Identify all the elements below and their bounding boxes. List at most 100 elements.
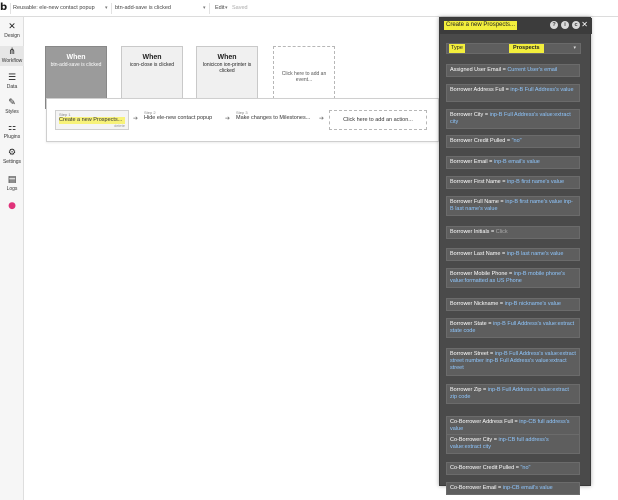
field-key: Borrower Zip (450, 387, 482, 393)
database-icon: ☰ (7, 73, 17, 83)
event-when: When (142, 54, 162, 61)
field-value[interactable]: inp-B Full Address's value (510, 87, 573, 93)
sidebar-item-label: Plugins (3, 134, 21, 140)
type-select[interactable]: Type Prospects ▾ (446, 43, 581, 54)
field-row[interactable]: Borrower State = inp-B Full Address's va… (446, 318, 580, 338)
field-value[interactable]: inp-CB email's value (503, 485, 553, 491)
design-icon: ✕ (8, 22, 16, 32)
field-row[interactable]: Borrower First Name = inp-B first name's… (446, 176, 580, 189)
chevron-down-icon: ▾ (573, 45, 576, 51)
add-event-label: Click here to add an event... (281, 71, 327, 83)
save-status: Saved (232, 5, 248, 11)
arrow-right-icon: ➔ (319, 116, 325, 122)
sidebar-item-settings[interactable]: ⚙ Settings (0, 147, 24, 167)
field-value[interactable]: "no" (520, 465, 530, 471)
sidebar-item-label: Workflow (1, 58, 23, 64)
divider (111, 3, 112, 14)
sidebar-item-label: Design (4, 33, 20, 39)
edit-menu[interactable]: Edit (215, 4, 224, 13)
field-key: Borrower Credit Pulled (450, 138, 506, 144)
step-3[interactable]: Step 3 Make changes to Milestones... (236, 110, 320, 130)
add-action-button[interactable]: Click here to add an action... (329, 110, 427, 130)
type-value: Prospects (509, 44, 544, 53)
sidebar-item-workflow[interactable]: ⋔ Workflow (0, 46, 24, 66)
field-row[interactable]: Borrower Initials = Click (446, 226, 580, 239)
step-1[interactable]: Step 1 Create a new Prospects... delete (55, 110, 129, 130)
field-row[interactable]: Co-Borrower Email = inp-CB email's value (446, 482, 580, 495)
field-value[interactable]: Current User's email (507, 67, 557, 73)
info-icon[interactable]: i (561, 21, 569, 29)
field-row[interactable]: Co-Borrower Address Full = inp-CB full a… (446, 416, 580, 436)
action-property-panel: Create a new Prospects... ? i c ✕ Type P… (439, 17, 592, 495)
field-key: Borrower Address Full (450, 87, 505, 93)
field-row[interactable]: Co-Borrower Credit Pulled = "no" (446, 462, 580, 475)
step-label: Hide ele-new contact popup (144, 115, 213, 121)
field-row[interactable]: Assigned User Email = Current User's ema… (446, 64, 580, 77)
sidebar-item-design[interactable]: ✕ Design (0, 21, 24, 41)
sidebar-item-label: Styles (5, 109, 19, 115)
field-row[interactable]: Borrower Credit Pulled = "no" (446, 135, 580, 148)
field-row[interactable]: Borrower Mobile Phone = inp-B mobile pho… (446, 268, 580, 288)
field-row[interactable]: Borrower Address Full = inp-B Full Addre… (446, 84, 580, 102)
brush-icon: ✎ (8, 98, 16, 108)
field-key: Borrower First Name (450, 179, 501, 185)
field-key: Borrower City (450, 112, 484, 118)
circle-icon: ● (8, 201, 16, 211)
actions-row: Step 1 Create a new Prospects... delete … (46, 98, 439, 142)
field-key: Co-Borrower City (450, 437, 493, 443)
event-subject: Ionicicon ion-printer is clicked (202, 62, 252, 74)
sidebar-item-label: Settings (2, 159, 22, 165)
field-key: Borrower State (450, 321, 487, 327)
divider (10, 3, 11, 14)
sidebar-item-logs[interactable]: ▤ Logs (0, 174, 24, 194)
sidebar-item-label: Logs (6, 186, 18, 192)
field-row[interactable]: Borrower Last Name = inp-B last name's v… (446, 248, 580, 261)
delete-step-link[interactable]: delete (114, 123, 125, 128)
sidebar-item-styles[interactable]: ✎ Styles (0, 97, 24, 117)
field-key: Co-Borrower Email (450, 485, 497, 491)
event-selector[interactable]: btn-add-save is clicked (115, 4, 171, 13)
comment-icon[interactable]: c (572, 21, 580, 29)
chevron-down-icon[interactable]: ▾ (203, 4, 206, 13)
sidebar-item-plugins[interactable]: ⚏ Plugins (0, 122, 24, 142)
chevron-down-icon[interactable]: ▾ (225, 4, 228, 13)
arrow-right-icon: ➔ (225, 116, 231, 122)
field-key: Borrower Mobile Phone (450, 271, 508, 277)
field-key: Co-Borrower Address Full (450, 419, 513, 425)
arrow-right-icon: ➔ (133, 116, 139, 122)
divider (209, 3, 210, 14)
field-row[interactable]: Borrower Street = inp-B Full Address's v… (446, 348, 580, 376)
field-key: Borrower Full Name (450, 199, 499, 205)
field-value[interactable]: inp-B nickname's value (505, 301, 561, 307)
event-subject: btn-add-save is clicked (50, 62, 102, 68)
panel-title: Create a new Prospects... (444, 21, 518, 30)
step-2[interactable]: Step 2 Hide ele-new contact popup (144, 110, 224, 130)
field-key: Borrower Street (450, 351, 489, 357)
chevron-down-icon[interactable]: ▾ (105, 4, 108, 13)
document-icon: ▤ (7, 175, 17, 185)
workflow-icon: ⋔ (8, 47, 16, 57)
field-value[interactable]: inp-B first name's value (507, 179, 564, 185)
top-bar: b Reusable: ele-new contact popup ▾ btn-… (0, 0, 618, 17)
field-row[interactable]: Borrower Full Name = inp-B first name's … (446, 196, 580, 216)
field-value[interactable]: Click (496, 229, 508, 235)
field-key: Co-Borrower Credit Pulled (450, 465, 515, 471)
event-subject: icon-close is clicked (129, 62, 175, 68)
field-row[interactable]: Borrower City = inp-B Full Address's val… (446, 109, 580, 129)
event-when: When (66, 54, 86, 61)
sidebar-item-data[interactable]: ☰ Data (0, 72, 24, 92)
field-value[interactable]: inp-B last name's value (507, 251, 564, 257)
field-row[interactable]: Borrower Zip = inp-B Full Address's valu… (446, 384, 580, 404)
sidebar-item-label: Data (6, 84, 18, 90)
reusable-selector[interactable]: Reusable: ele-new contact popup (13, 4, 95, 13)
close-icon[interactable]: ✕ (581, 20, 588, 30)
help-icon[interactable]: ? (550, 21, 558, 29)
field-row[interactable]: Co-Borrower City = inp-CB full address's… (446, 434, 580, 454)
panel-header[interactable]: Create a new Prospects... ? i c ✕ (440, 18, 592, 34)
field-row[interactable]: Borrower Nickname = inp-B nickname's val… (446, 298, 580, 311)
field-value[interactable]: inp-B email's value (494, 159, 540, 165)
field-row[interactable]: Borrower Email = inp-B email's value (446, 156, 580, 169)
sidebar-item-extra[interactable]: ● (0, 200, 24, 220)
field-key: Borrower Nickname (450, 301, 499, 307)
field-value[interactable]: "no" (512, 138, 522, 144)
